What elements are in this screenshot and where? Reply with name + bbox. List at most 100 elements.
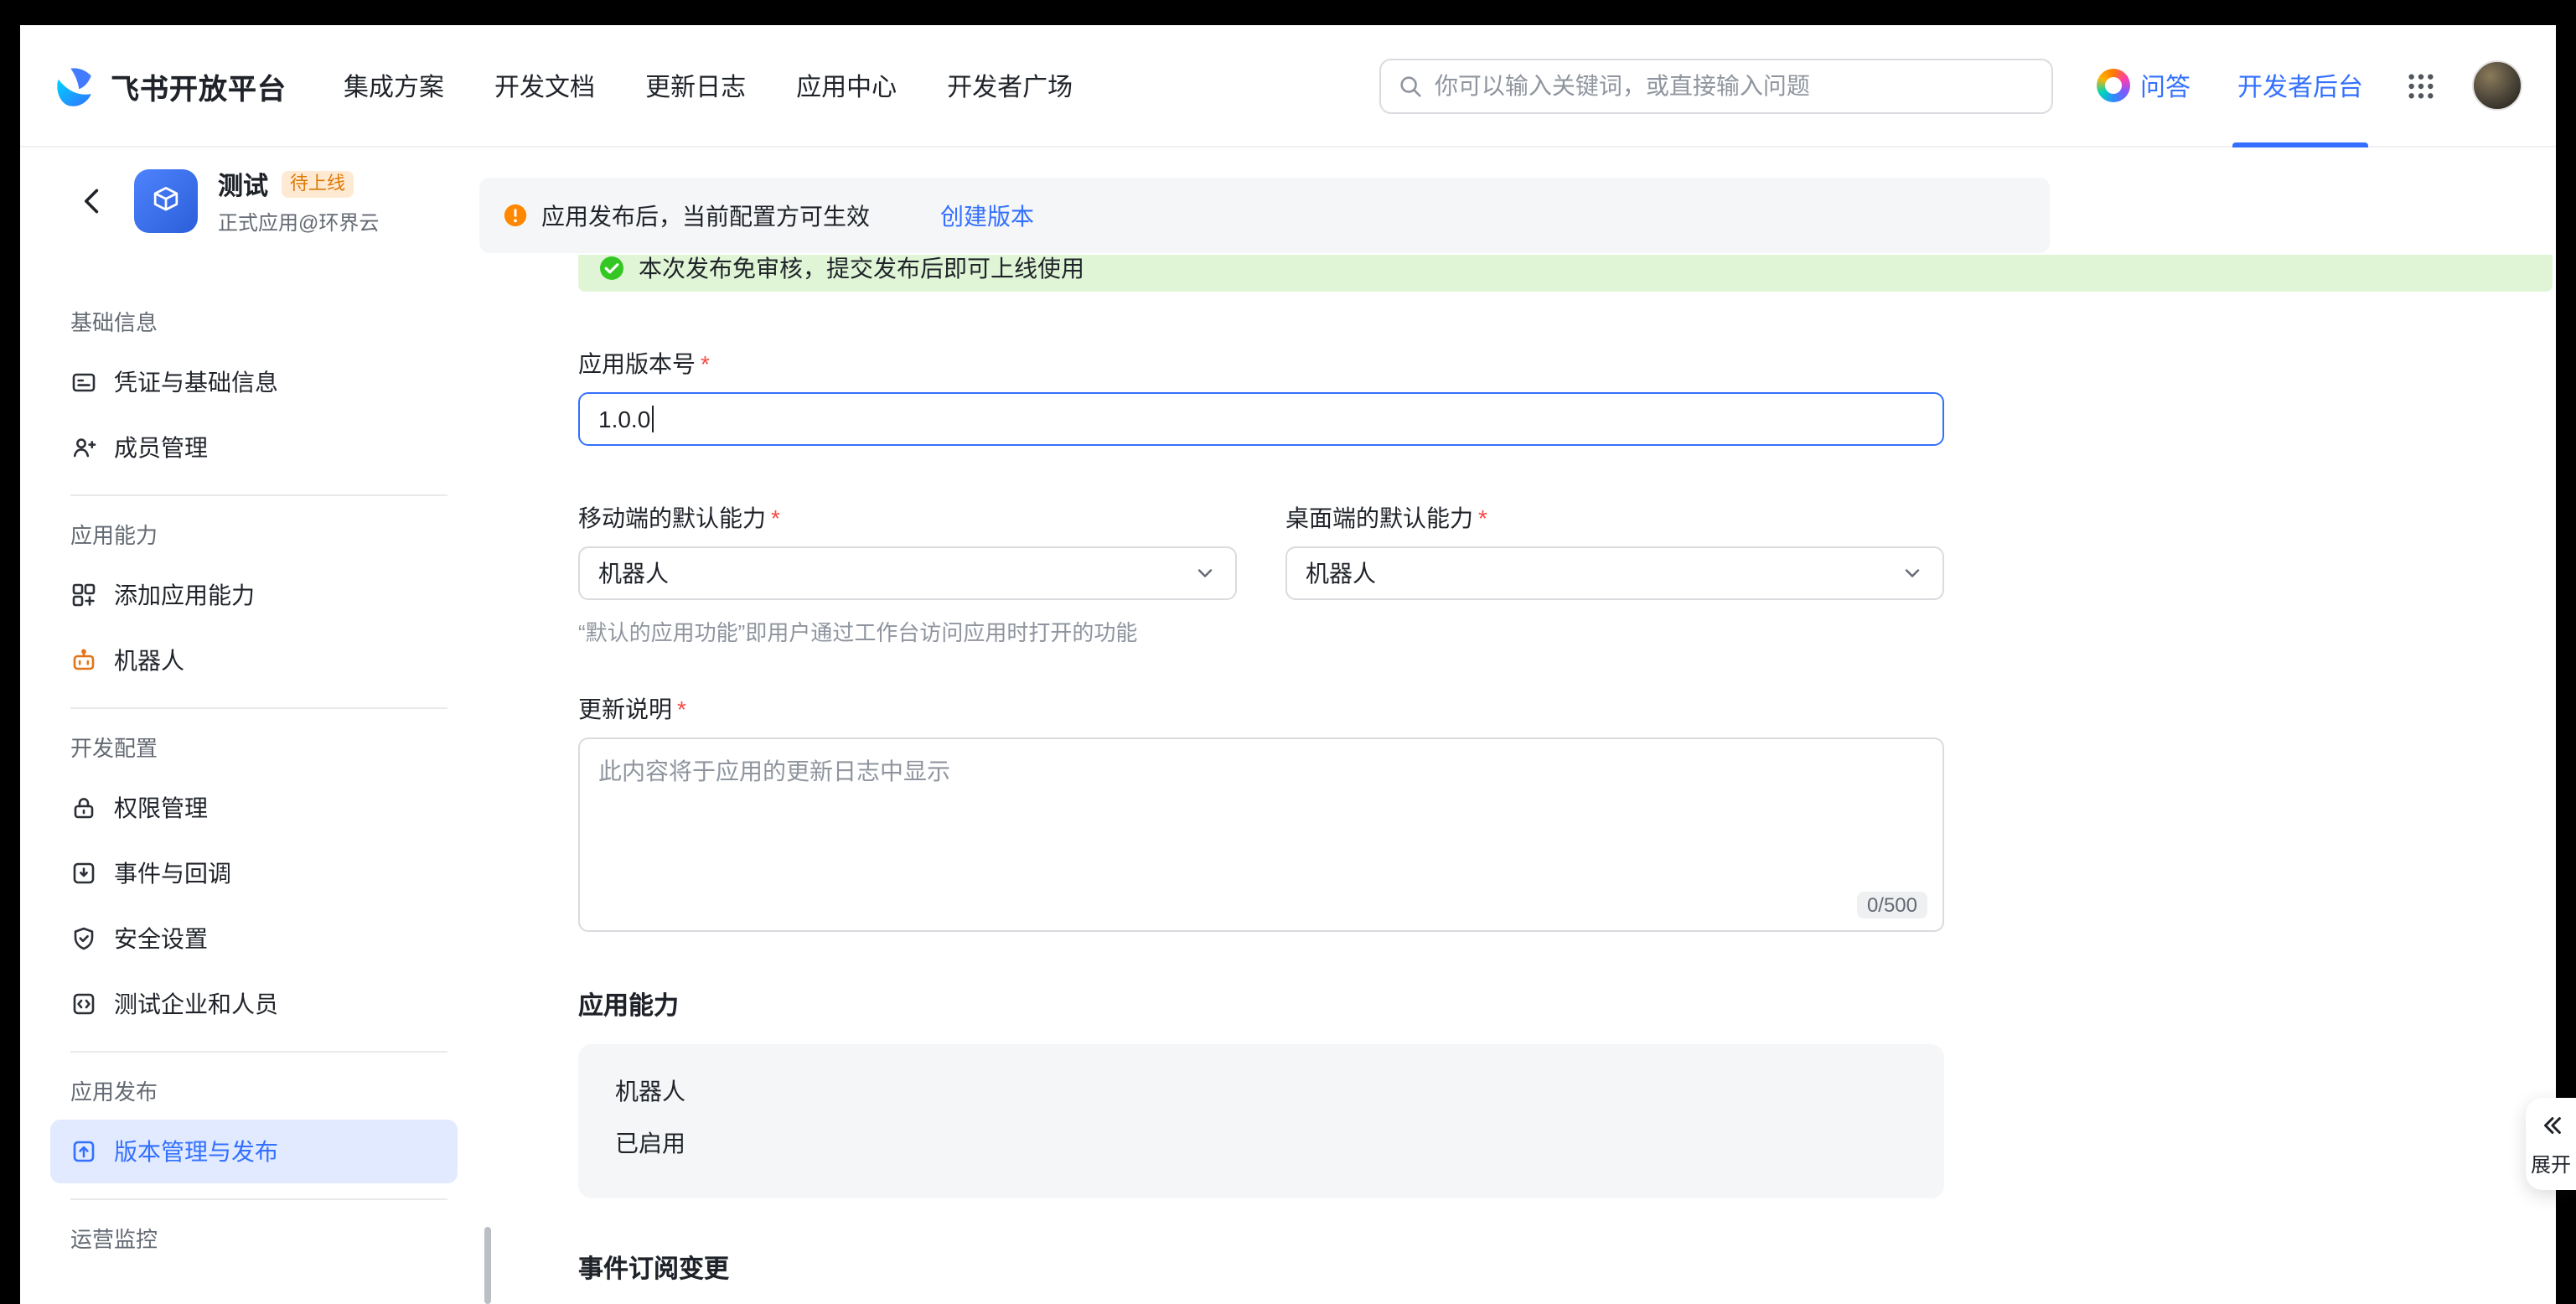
expand-panel-button[interactable]: 展开: [2526, 1098, 2576, 1190]
text-cursor: [652, 406, 654, 432]
sidebar-section-capabilities: 应用能力: [20, 511, 494, 561]
app-subtitle: 正式应用@环界云: [218, 207, 379, 235]
required-mark: *: [771, 505, 780, 531]
sidebar-section-operations: 运营监控: [20, 1215, 494, 1265]
desktop-capability-select[interactable]: 机器人: [1285, 546, 1944, 600]
sidebar-section-dev-config: 开发配置: [20, 724, 494, 774]
apps-grid-icon: [2407, 71, 2435, 100]
success-banner: 本次发布免审核，提交发布后即可上线使用: [578, 255, 2553, 292]
sidebar-item-label: 测试企业和人员: [114, 987, 278, 1021]
back-button[interactable]: [77, 186, 107, 216]
sidebar-item-label: 版本管理与发布: [114, 1135, 278, 1168]
mobile-capability-value: 机器人: [598, 556, 669, 590]
nav-item-dev-plaza[interactable]: 开发者广场: [947, 68, 1073, 103]
qa-label: 问答: [2140, 68, 2191, 103]
changelog-textarea[interactable]: 此内容将于应用的更新日志中显示 0/500: [578, 737, 1944, 932]
feishu-logo[interactable]: 飞书开放平台: [54, 64, 287, 107]
feishu-open-platform-page: 飞书开放平台 集成方案 开发文档 更新日志 应用中心 开发者广场: [0, 0, 2576, 1304]
char-counter: 0/500: [1857, 892, 1927, 918]
sidebar-divider: [70, 1051, 447, 1053]
app-context-bar: 测试 待上线 正式应用@环界云 应用发布后，当前配置方可生效 创建版本: [20, 147, 2556, 255]
feishu-logo-icon: [54, 64, 97, 107]
sidebar-scrollbar[interactable]: [484, 1227, 491, 1304]
expand-label: 展开: [2531, 1150, 2571, 1178]
sidebar-item-version-release[interactable]: 版本管理与发布: [50, 1120, 458, 1183]
qa-button[interactable]: 问答: [2097, 68, 2191, 103]
warning-icon: [503, 203, 528, 228]
credential-icon: [70, 369, 97, 396]
sidebar-divider: [70, 494, 447, 496]
main-content: 本次发布免审核，提交发布后即可上线使用 应用版本号* 1.0.0 移动端的默认能…: [494, 255, 2556, 1304]
event-section-title: 事件订阅变更: [578, 1250, 2556, 1286]
sidebar-item-label: 安全设置: [114, 922, 208, 955]
sidebar-item-credentials[interactable]: 凭证与基础信息: [50, 350, 458, 414]
top-header: 飞书开放平台 集成方案 开发文档 更新日志 应用中心 开发者广场: [20, 25, 2556, 147]
capability-summary-card: 机器人 已启用: [578, 1044, 1944, 1198]
sidebar-section-basic-info: 基础信息: [20, 298, 494, 349]
search-icon: [1398, 73, 1423, 98]
sidebar-item-bot[interactable]: 机器人: [50, 629, 458, 692]
desktop-capability-label: 桌面端的默认能力*: [1285, 501, 1944, 535]
success-check-icon: [598, 255, 625, 282]
top-nav: 集成方案 开发文档 更新日志 应用中心 开发者广场: [344, 68, 1073, 103]
page-body: 基础信息 凭证与基础信息: [20, 255, 2556, 1304]
sidebar-divider: [70, 707, 447, 709]
version-release-icon: [70, 1138, 97, 1165]
version-input[interactable]: 1.0.0: [578, 392, 1944, 446]
changelog-label: 更新说明*: [578, 692, 2556, 726]
sidebar-item-label: 成员管理: [114, 431, 208, 464]
changelog-placeholder: 此内容将于应用的更新日志中显示: [598, 758, 950, 784]
success-banner-text: 本次发布免审核，提交发布后即可上线使用: [639, 255, 1084, 285]
capability-hint: “默认的应用功能”即用户通过工作台访问应用时打开的功能: [578, 615, 2556, 647]
nav-item-docs[interactable]: 开发文档: [494, 68, 595, 103]
sidebar: 基础信息 凭证与基础信息: [20, 255, 494, 1304]
publish-notice-bar: 应用发布后，当前配置方可生效 创建版本: [479, 178, 2050, 253]
chevron-down-icon: [1901, 561, 1924, 585]
mobile-capability-select[interactable]: 机器人: [578, 546, 1237, 600]
qa-gradient-icon: [2097, 69, 2130, 102]
user-avatar[interactable]: [2472, 60, 2522, 111]
app-meta: 测试 待上线 正式应用@环界云: [218, 167, 379, 235]
mobile-capability-field: 移动端的默认能力* 机器人: [578, 501, 1237, 600]
sidebar-item-permissions[interactable]: 权限管理: [50, 776, 458, 840]
page-window: 飞书开放平台 集成方案 开发文档 更新日志 应用中心 开发者广场: [20, 25, 2556, 1304]
permission-icon: [70, 794, 97, 821]
back-arrow-icon: [77, 186, 107, 216]
sidebar-item-members[interactable]: 成员管理: [50, 416, 458, 479]
logo-text: 飞书开放平台: [111, 65, 287, 106]
sidebar-item-events[interactable]: 事件与回调: [50, 841, 458, 905]
nav-item-app-center[interactable]: 应用中心: [796, 68, 897, 103]
test-users-icon: [70, 991, 97, 1017]
nav-item-changelog[interactable]: 更新日志: [645, 68, 746, 103]
app-cube-icon: [134, 169, 198, 233]
event-callback-icon: [70, 860, 97, 887]
sidebar-item-label: 机器人: [114, 644, 184, 677]
required-mark: *: [677, 696, 686, 722]
desktop-capability-value: 机器人: [1306, 556, 1376, 590]
sidebar-item-security[interactable]: 安全设置: [50, 907, 458, 970]
search-input[interactable]: [1435, 72, 2035, 99]
create-version-link[interactable]: 创建版本: [940, 199, 1034, 232]
sidebar-item-test-org[interactable]: 测试企业和人员: [50, 972, 458, 1036]
sidebar-item-label: 事件与回调: [114, 856, 231, 890]
chevron-down-icon: [1193, 561, 1217, 585]
security-icon: [70, 925, 97, 952]
capability-name: 机器人: [615, 1074, 1907, 1108]
required-mark: *: [1478, 505, 1487, 531]
nav-item-integration[interactable]: 集成方案: [344, 68, 444, 103]
sidebar-item-label: 添加应用能力: [114, 578, 255, 612]
app-name: 测试: [218, 167, 268, 202]
add-capability-icon: [70, 582, 97, 608]
member-icon: [70, 434, 97, 461]
required-mark: *: [701, 350, 710, 377]
mobile-capability-label: 移动端的默认能力*: [578, 501, 1237, 535]
global-search[interactable]: [1379, 58, 2053, 113]
version-value: 1.0.0: [598, 406, 650, 432]
sidebar-item-add-capability[interactable]: 添加应用能力: [50, 563, 458, 627]
robot-icon: [70, 647, 97, 674]
capability-section-title: 应用能力: [578, 987, 2556, 1022]
developer-console-tab[interactable]: 开发者后台: [2237, 25, 2363, 147]
developer-console-label: 开发者后台: [2237, 68, 2363, 103]
apps-grid-button[interactable]: [2407, 71, 2435, 100]
double-chevron-left-icon: [2538, 1113, 2563, 1138]
